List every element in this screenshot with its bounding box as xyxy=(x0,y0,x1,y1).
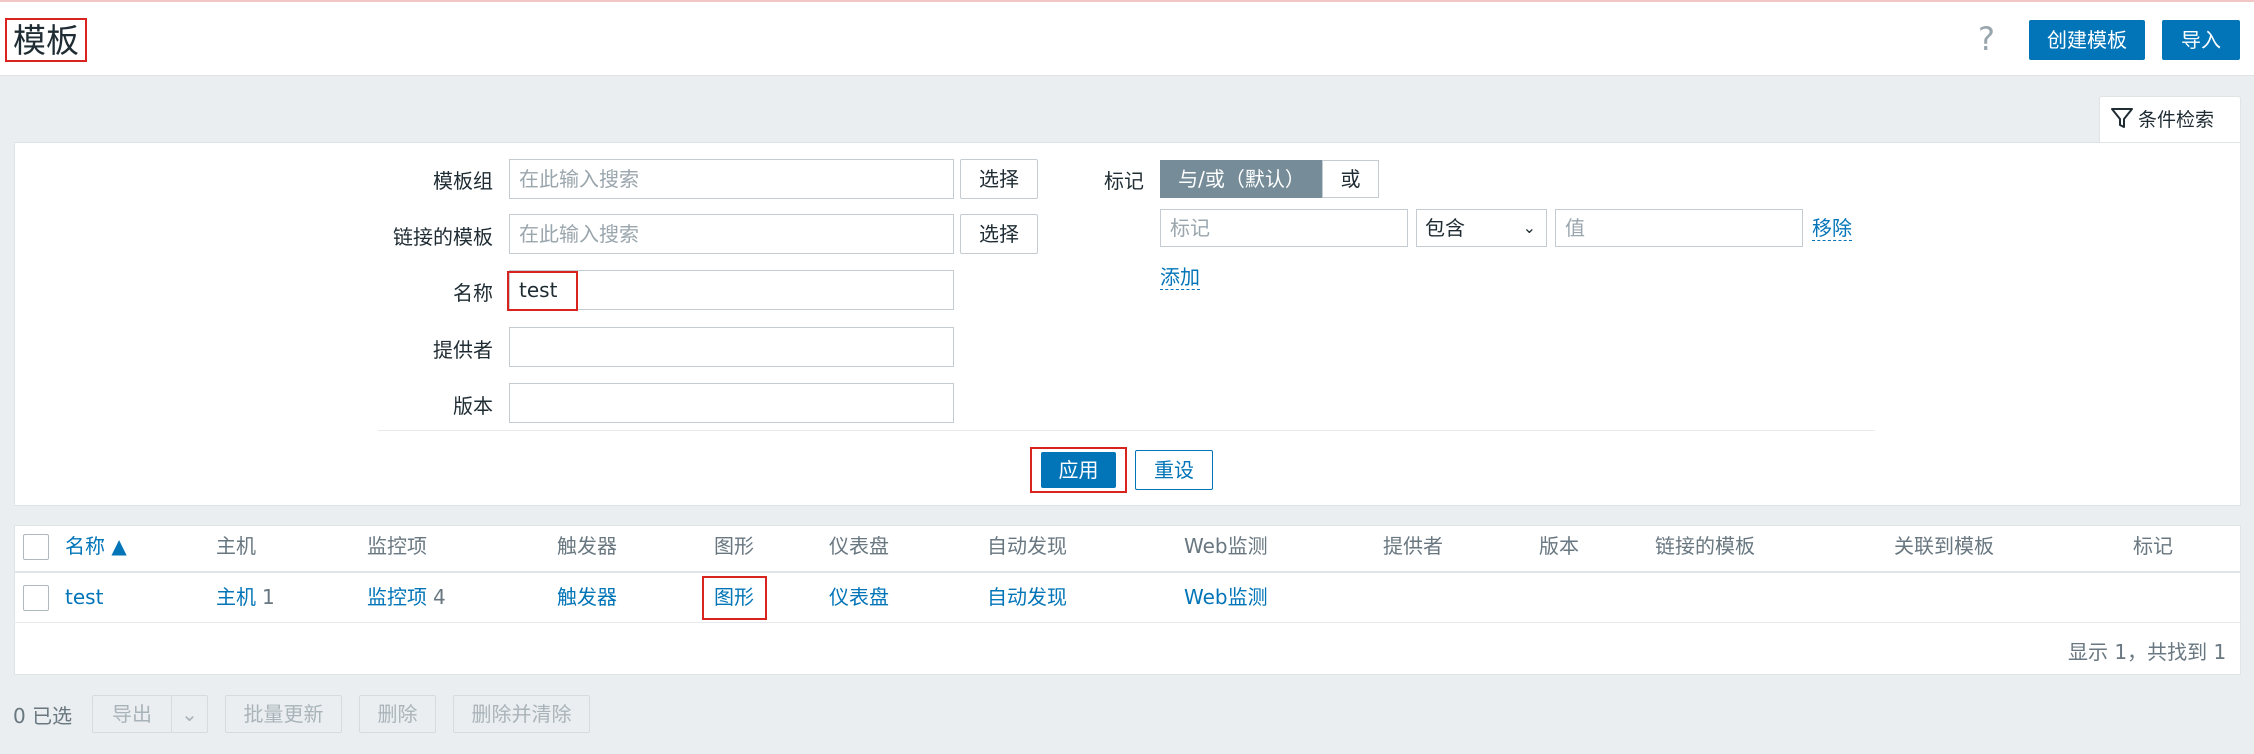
row-hosts-link[interactable]: 主机 1 xyxy=(216,583,275,611)
template-group-select-button[interactable]: 选择 xyxy=(960,159,1038,199)
chevron-down-icon: ⌄ xyxy=(181,702,198,726)
row-hosts-count: 1 xyxy=(262,585,275,609)
column-header-vendor: 提供者 xyxy=(1383,534,1443,558)
reset-button[interactable]: 重设 xyxy=(1135,450,1213,490)
page-header: 模板 ? 创建模板 导入 xyxy=(0,0,2254,76)
vendor-label: 提供者 xyxy=(433,338,493,362)
table-footer-count: 显示 1，共找到 1 xyxy=(2068,640,2227,664)
row-divider xyxy=(14,622,2241,623)
filter-panel xyxy=(14,142,2241,506)
export-button[interactable]: 导出 xyxy=(92,695,172,733)
column-header-items: 监控项 xyxy=(367,534,427,558)
tag-name-input[interactable]: 标记 xyxy=(1160,209,1408,247)
filter-tab[interactable]: 条件检索 xyxy=(2099,96,2241,143)
remove-tag-link[interactable]: 移除 xyxy=(1812,216,1852,241)
column-header-hosts: 主机 xyxy=(216,534,256,558)
delete-button[interactable]: 删除 xyxy=(359,695,436,733)
filter-icon xyxy=(2111,108,2133,128)
tag-operator-select[interactable]: 包含 ⌄ xyxy=(1416,209,1547,247)
row-items-label: 监控项 xyxy=(367,585,427,609)
version-input[interactable] xyxy=(509,383,954,423)
delete-and-clear-button[interactable]: 删除并清除 xyxy=(453,695,590,733)
row-items-link[interactable]: 监控项 4 xyxy=(367,583,446,611)
row-web-link[interactable]: Web监测 xyxy=(1184,583,1268,611)
row-graphs-link[interactable]: 图形 xyxy=(714,583,754,611)
linked-templates-select-button[interactable]: 选择 xyxy=(960,214,1038,254)
import-button[interactable]: 导入 xyxy=(2162,20,2240,60)
apply-button[interactable]: 应用 xyxy=(1041,452,1116,488)
select-all-checkbox[interactable] xyxy=(23,534,49,560)
divider xyxy=(378,430,1875,431)
template-group-input[interactable]: 在此输入搜索 xyxy=(509,159,954,199)
column-header-dashboards: 仪表盘 xyxy=(829,534,889,558)
highlight-box xyxy=(507,271,578,311)
export-dropdown-button[interactable]: ⌄ xyxy=(171,695,208,733)
name-label: 名称 xyxy=(453,281,493,305)
row-checkbox[interactable] xyxy=(23,585,49,611)
column-header-version: 版本 xyxy=(1539,534,1579,558)
mass-update-button[interactable]: 批量更新 xyxy=(225,695,342,733)
column-header-web: Web监测 xyxy=(1184,534,1268,558)
column-header-tags: 标记 xyxy=(2133,534,2173,558)
page-title: 模板 xyxy=(5,18,87,62)
vendor-input[interactable] xyxy=(509,327,954,367)
chevron-down-icon: ⌄ xyxy=(1522,218,1536,237)
column-header-linked-to-templates: 关联到模板 xyxy=(1894,534,1994,558)
template-group-label: 模板组 xyxy=(433,169,493,193)
filter-tab-label: 条件检索 xyxy=(2138,109,2215,131)
help-icon[interactable]: ? xyxy=(1978,20,1995,58)
row-discovery-link[interactable]: 自动发现 xyxy=(987,583,1067,611)
create-template-button[interactable]: 创建模板 xyxy=(2029,20,2145,60)
row-dashboards-link[interactable]: 仪表盘 xyxy=(829,583,889,611)
tag-operator-value: 包含 xyxy=(1425,216,1465,240)
add-tag-link[interactable]: 添加 xyxy=(1160,265,1200,290)
tag-value-input[interactable]: 值 xyxy=(1555,209,1803,247)
tags-andor-toggle[interactable]: 与/或（默认） xyxy=(1160,160,1323,198)
row-hosts-label: 主机 xyxy=(216,585,256,609)
column-header-graphs: 图形 xyxy=(714,534,754,558)
selected-count: 0 已选 xyxy=(13,704,73,728)
column-header-name[interactable]: 名称 ▲ xyxy=(65,532,127,560)
column-header-linked-templates: 链接的模板 xyxy=(1655,534,1755,558)
tags-label: 标记 xyxy=(1104,169,1144,193)
table-header-divider xyxy=(14,571,2241,573)
row-name-link[interactable]: test xyxy=(65,583,103,611)
linked-templates-input[interactable]: 在此输入搜索 xyxy=(509,214,954,254)
tags-or-toggle[interactable]: 或 xyxy=(1322,160,1379,198)
row-items-count: 4 xyxy=(433,585,446,609)
column-header-triggers: 触发器 xyxy=(557,534,617,558)
version-label: 版本 xyxy=(453,394,493,418)
column-header-discovery: 自动发现 xyxy=(987,534,1067,558)
linked-templates-label: 链接的模板 xyxy=(393,225,493,249)
row-triggers-link[interactable]: 触发器 xyxy=(557,583,617,611)
